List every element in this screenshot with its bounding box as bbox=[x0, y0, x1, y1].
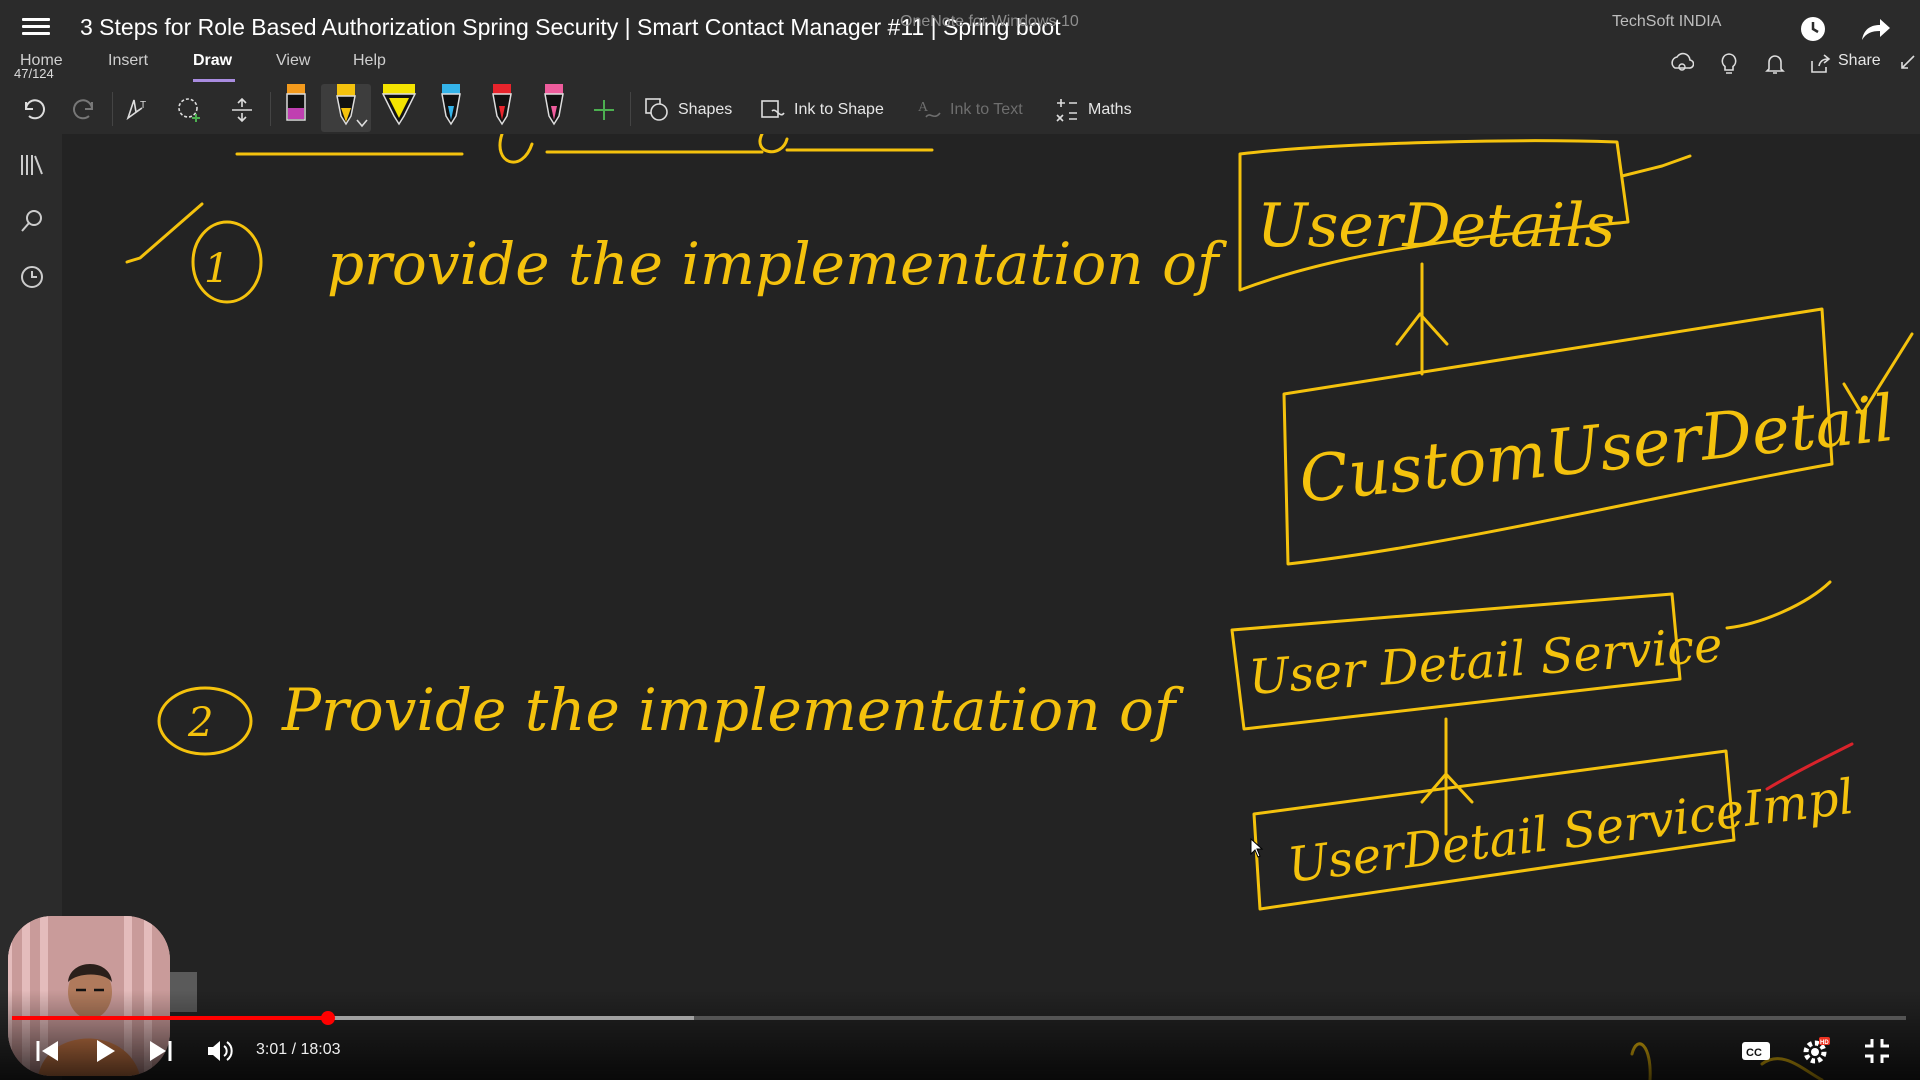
toolbar-separator bbox=[112, 92, 113, 126]
org-name: TechSoft INDIA bbox=[1612, 13, 1722, 30]
ink-to-shape-label: Ink to Shape bbox=[794, 101, 884, 118]
chevron-down-icon[interactable] bbox=[356, 118, 368, 128]
ink-to-text-icon: A bbox=[918, 100, 941, 118]
player-controls-bar bbox=[0, 990, 1920, 1080]
checkmark-service bbox=[1725, 580, 1832, 630]
ink-userdetails-text: UserDetails bbox=[1257, 191, 1615, 261]
tab-insert[interactable]: Insert bbox=[108, 52, 148, 70]
active-tab-indicator bbox=[193, 79, 235, 82]
ink-customuserdetail-text: CustomUserDetail bbox=[1296, 382, 1898, 518]
watch-later-icon[interactable] bbox=[1800, 16, 1826, 42]
collapse-icon[interactable] bbox=[1900, 54, 1916, 70]
maths-button[interactable]: Maths bbox=[1054, 86, 1132, 134]
share-icon[interactable] bbox=[1810, 54, 1832, 74]
note-canvas[interactable]: provide the implementation of 1 UserDeta… bbox=[62, 134, 1920, 1080]
search-icon[interactable] bbox=[19, 208, 45, 234]
toolbar-separator bbox=[630, 92, 631, 126]
shapes-label: Shapes bbox=[678, 101, 733, 118]
shapes-button[interactable]: Shapes bbox=[644, 86, 732, 134]
previous-icon[interactable] bbox=[34, 1036, 64, 1066]
progress-played bbox=[12, 1016, 329, 1020]
ink-step1-text: provide the implementation of bbox=[327, 230, 1228, 298]
shapes-icon bbox=[645, 98, 668, 121]
page-counter: 47/124 bbox=[14, 66, 54, 81]
menu-icon[interactable] bbox=[22, 14, 50, 38]
maths-label: Maths bbox=[1088, 101, 1132, 118]
checkmark-userdetails bbox=[1620, 154, 1692, 178]
ink-userdetailserviceimpl-text: UserDetail ServiceImpl bbox=[1285, 769, 1857, 894]
ink-underline bbox=[235, 148, 934, 156]
ink-drawing: provide the implementation of 1 UserDeta… bbox=[125, 134, 1914, 1080]
pen-blue-icon[interactable] bbox=[436, 82, 466, 128]
undo-icon[interactable] bbox=[20, 96, 46, 122]
ink-to-text-label: Ink to Text bbox=[950, 101, 1023, 118]
notebooks-icon[interactable] bbox=[19, 152, 45, 178]
exit-fullscreen-icon[interactable] bbox=[1862, 1036, 1892, 1066]
settings-gear-icon[interactable]: HD bbox=[1800, 1036, 1830, 1066]
maths-icon bbox=[1056, 99, 1077, 122]
bell-icon[interactable] bbox=[1763, 52, 1787, 76]
lasso-type-select-icon[interactable]: T bbox=[124, 96, 152, 122]
redo-icon[interactable] bbox=[72, 96, 98, 122]
tab-help[interactable]: Help bbox=[353, 52, 386, 70]
play-icon[interactable] bbox=[90, 1036, 120, 1066]
svg-text:CC: CC bbox=[1746, 1047, 1762, 1059]
ink-userdetailservice-text: User Detail Service bbox=[1247, 617, 1724, 706]
time-display: 3:01 / 18:03 bbox=[256, 1041, 341, 1058]
add-space-icon[interactable] bbox=[228, 96, 256, 124]
lightbulb-icon[interactable] bbox=[1717, 52, 1741, 76]
ink-to-shape-button[interactable]: Ink to Shape bbox=[760, 86, 884, 134]
pen-red-icon[interactable] bbox=[487, 82, 517, 128]
next-icon[interactable] bbox=[144, 1036, 174, 1066]
lasso-select-icon[interactable] bbox=[176, 96, 204, 124]
share-button[interactable]: Share bbox=[1838, 52, 1881, 70]
svg-text:A: A bbox=[918, 100, 929, 115]
title-bar: 3 Steps for Role Based Authorization Spr… bbox=[0, 0, 1920, 52]
app-title: OneNote for Windows 10 bbox=[900, 13, 1079, 30]
mouse-cursor-icon bbox=[1250, 838, 1264, 858]
recent-notes-icon[interactable] bbox=[19, 264, 45, 290]
ink-to-text-button[interactable]: A Ink to Text bbox=[916, 86, 1023, 134]
sync-icon[interactable] bbox=[1670, 52, 1694, 76]
highlighter-yellow-icon[interactable] bbox=[380, 82, 418, 128]
tab-draw[interactable]: Draw bbox=[193, 52, 232, 70]
volume-icon[interactable] bbox=[204, 1036, 234, 1066]
ink-to-shape-icon bbox=[761, 100, 785, 118]
ink-step1-number: 1 bbox=[204, 246, 229, 292]
inheritance-arrow-1 bbox=[1395, 262, 1449, 376]
svg-text:HD: HD bbox=[1820, 1040, 1829, 1046]
ink-step2-number: 2 bbox=[187, 700, 213, 746]
pen-pink-icon[interactable] bbox=[539, 82, 569, 128]
pen-purple-icon[interactable] bbox=[281, 82, 311, 128]
ribbon-tabs: Home Insert Draw View Help bbox=[0, 52, 1920, 86]
captions-icon[interactable]: CC bbox=[1740, 1036, 1772, 1066]
svg-text:T: T bbox=[140, 100, 146, 111]
add-pen-icon[interactable] bbox=[592, 98, 616, 122]
ink-step2-text: Provide the implementation of bbox=[281, 676, 1185, 744]
checkmark-1 bbox=[125, 202, 204, 264]
share-arrow-icon[interactable] bbox=[1860, 16, 1892, 42]
toolbar-separator bbox=[270, 92, 271, 126]
tab-view[interactable]: View bbox=[276, 52, 310, 70]
ink-fragment bbox=[498, 134, 789, 164]
